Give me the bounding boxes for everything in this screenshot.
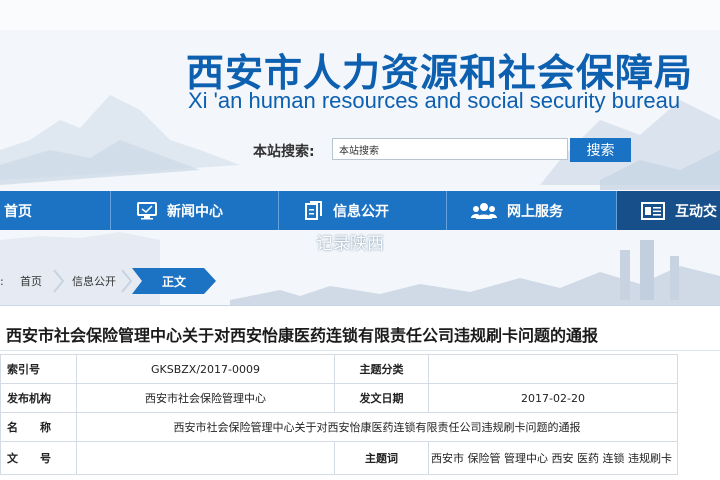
index-value: GKSBZX/2017-0009: [76, 354, 335, 384]
nav-item-services-label: 网上服务: [507, 203, 563, 220]
document-title: 西安市社会保险管理中心关于对西安怡康医药连锁有限责任公司违规刷卡问题的通报: [6, 326, 599, 345]
document-icon: [305, 200, 323, 221]
breadcrumb-current: 正文: [132, 268, 216, 294]
issuer-label: 发布机构: [0, 383, 77, 413]
title-divider: [0, 350, 720, 351]
keyword-value: 西安市 保险管 管理中心 西安 医药 连锁 违规刷卡: [428, 441, 678, 475]
docno-label: 文 号: [0, 441, 77, 475]
topic-value: [428, 354, 678, 384]
docno-value: [76, 441, 335, 475]
site-subtitle: Xi 'an human resources and social securi…: [188, 88, 681, 113]
search-input[interactable]: [332, 138, 568, 160]
keyword-label: 主题词: [334, 441, 429, 475]
nav-item-news-label: 新闻中心: [167, 203, 223, 220]
nav-item-news[interactable]: 新闻中心: [110, 191, 278, 230]
monitor-icon: [137, 201, 157, 220]
nav-item-home[interactable]: 首页: [0, 191, 110, 230]
search-button[interactable]: 搜索: [570, 138, 631, 162]
topic-label: 主题分类: [334, 354, 429, 384]
nav-item-services[interactable]: 网上服务: [446, 191, 616, 230]
main-nav: 首页 新闻中心 信息公开 网上服务 互动交: [0, 191, 720, 230]
breadcrumb-separator-icon: [53, 269, 65, 293]
search-label: 本站搜索:: [253, 144, 315, 160]
table-row: 索引号 GKSBZX/2017-0009 主题分类: [0, 354, 678, 384]
table-row: 文 号 主题词 西安市 保险管 管理中心 西安 医药 连锁 违规刷卡: [0, 441, 678, 475]
issuer-value: 西安市社会保险管理中心: [76, 383, 335, 413]
name-value: 西安市社会保险管理中心关于对西安怡康医药连锁有限责任公司违规刷卡问题的通报: [76, 412, 678, 442]
nav-item-interaction[interactable]: 互动交: [616, 191, 720, 230]
watermark-text: 记录陕西: [316, 234, 384, 254]
id-card-icon: [641, 201, 665, 220]
breadcrumb-info[interactable]: 信息公开: [72, 268, 116, 294]
nav-item-info[interactable]: 信息公开: [278, 191, 446, 230]
date-label: 发文日期: [334, 383, 429, 413]
index-label: 索引号: [0, 354, 77, 384]
breadcrumb-home[interactable]: 首页: [20, 268, 42, 294]
name-label: 名 称: [0, 412, 77, 442]
breadcrumb-current-label: 正文: [161, 274, 186, 289]
date-value: 2017-02-20: [428, 383, 678, 413]
table-row: 名 称 西安市社会保险管理中心关于对西安怡康医药连锁有限责任公司违规刷卡问题的通…: [0, 412, 678, 442]
breadcrumb-colon: :: [0, 274, 4, 288]
users-icon: [471, 202, 497, 220]
nav-item-interaction-label: 互动交: [675, 203, 717, 220]
document-meta-table: 索引号 GKSBZX/2017-0009 主题分类 发布机构 西安市社会保险管理…: [0, 354, 678, 475]
table-row: 发布机构 西安市社会保险管理中心 发文日期 2017-02-20: [0, 383, 678, 413]
nav-item-home-label: 首页: [4, 203, 32, 220]
nav-item-info-label: 信息公开: [333, 203, 389, 220]
